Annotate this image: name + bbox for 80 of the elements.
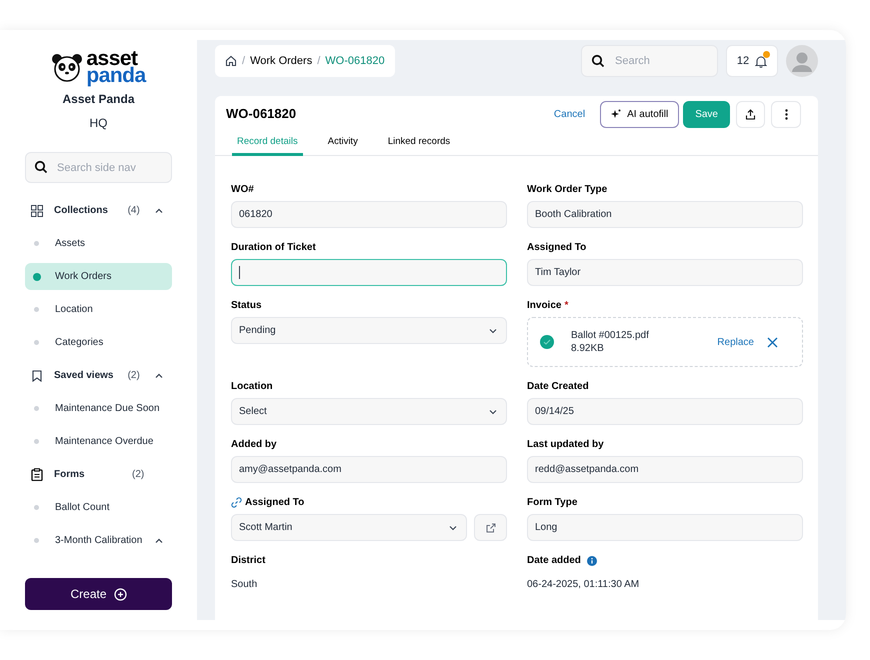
notifications-button[interactable]: 12	[726, 45, 778, 77]
breadcrumb-link[interactable]: WO-061820	[325, 52, 385, 70]
grid-icon	[31, 204, 43, 216]
logo-text: asset	[86, 50, 138, 67]
text-field[interactable]: Tim Taylor	[527, 259, 803, 286]
field-value: 06-24-2025, 01:11:30 AM	[527, 578, 640, 592]
ai-autofill-button[interactable]: AI autofill	[600, 100, 680, 128]
side-search-field[interactable]: Search side nav	[25, 152, 172, 183]
replace-link[interactable]: Replace	[717, 334, 754, 350]
field-label: Invoice	[527, 299, 562, 313]
home-icon	[225, 55, 237, 67]
search-icon	[591, 54, 605, 68]
breadcrumb-separator: /	[242, 54, 246, 69]
check-icon	[540, 335, 554, 349]
nav-item[interactable]: Maintenance Due Soon	[25, 395, 172, 422]
org-name: Asset Panda	[61, 91, 136, 108]
text-field[interactable]: Long	[527, 514, 803, 541]
record-title: WO-061820	[226, 105, 296, 124]
field-label: Status	[231, 299, 262, 313]
file-name: Ballot #00125.pdf	[571, 329, 650, 342]
nav-group-header[interactable]: Saved views (2)	[25, 359, 172, 392]
text-field[interactable]: Booth Calibration	[527, 201, 803, 228]
required-mark: *	[564, 299, 568, 313]
nav-group-header[interactable]: Forms (2)	[25, 458, 172, 491]
field-label: Location	[231, 380, 273, 394]
nav-item[interactable]: 3-Month Calibration	[25, 527, 172, 554]
text-field[interactable]: redd@assetpanda.com	[527, 456, 803, 483]
breadcrumb-separator: /	[317, 54, 320, 69]
dropdown[interactable]: Select	[231, 398, 507, 425]
breadcrumb-link[interactable]: Work Orders	[250, 52, 312, 70]
search-field[interactable]: Search	[581, 45, 718, 77]
field-label: Assigned To	[245, 496, 304, 510]
text-field[interactable]: amy@assetpanda.com	[231, 456, 507, 483]
close-button[interactable]	[766, 336, 778, 348]
field-label: Last updated by	[527, 438, 604, 452]
external-link-icon	[486, 522, 496, 532]
field-label: Assigned To	[527, 241, 586, 255]
sparkle-icon	[611, 109, 622, 119]
nav-item[interactable]: Maintenance Overdue	[25, 428, 172, 455]
field-label: District	[231, 554, 266, 568]
bookmark-icon	[31, 370, 43, 382]
share-button[interactable]	[736, 100, 765, 128]
nav-item[interactable]: Work Orders	[25, 263, 172, 290]
avatar-icon	[786, 45, 818, 77]
field-label: Date added	[527, 554, 581, 568]
text-field[interactable]	[231, 259, 507, 286]
nav-item[interactable]: Assets	[25, 230, 172, 257]
nav-item[interactable]: Categories	[25, 329, 172, 356]
nav-item[interactable]: Ballot Count	[25, 494, 172, 521]
nav-group-header[interactable]: Collections (4)	[25, 194, 172, 227]
tab[interactable]: Activity	[322, 132, 363, 156]
file-size: 8.92KB	[571, 342, 605, 355]
more-icon	[784, 108, 788, 120]
cancel-link[interactable]: Cancel	[554, 106, 586, 122]
tab[interactable]: Linked records	[382, 132, 456, 156]
text-field[interactable]: 061820	[231, 201, 507, 228]
text-field[interactable]: 09/14/25	[527, 398, 803, 425]
field-label: Form Type	[527, 496, 578, 510]
plus-circle-icon	[114, 588, 127, 600]
dropdown[interactable]: Scott Martin	[231, 514, 467, 541]
open-link-button[interactable]	[474, 514, 507, 541]
create-button[interactable]: Create	[25, 578, 172, 610]
search-icon	[34, 160, 48, 174]
field-label: Date Created	[527, 380, 589, 394]
nav-count: (2)	[128, 369, 141, 383]
clipboard-icon	[31, 468, 43, 481]
org-unit: HQ	[88, 115, 108, 132]
share-icon	[745, 108, 756, 120]
dropdown[interactable]: Pending	[231, 317, 507, 344]
panda-logo-icon	[51, 52, 84, 82]
nav-count: (2)	[132, 468, 146, 482]
field-label: WO#	[231, 183, 254, 197]
logo-text: panda	[86, 67, 146, 84]
text-cursor	[239, 266, 240, 279]
field-label: Added by	[231, 438, 277, 452]
field-label: Duration of Ticket	[231, 241, 316, 255]
nav-item[interactable]: Location	[25, 296, 172, 323]
field-value: South	[231, 578, 258, 592]
field-label: Work Order Type	[527, 183, 608, 197]
nav-count: (4)	[128, 204, 141, 218]
